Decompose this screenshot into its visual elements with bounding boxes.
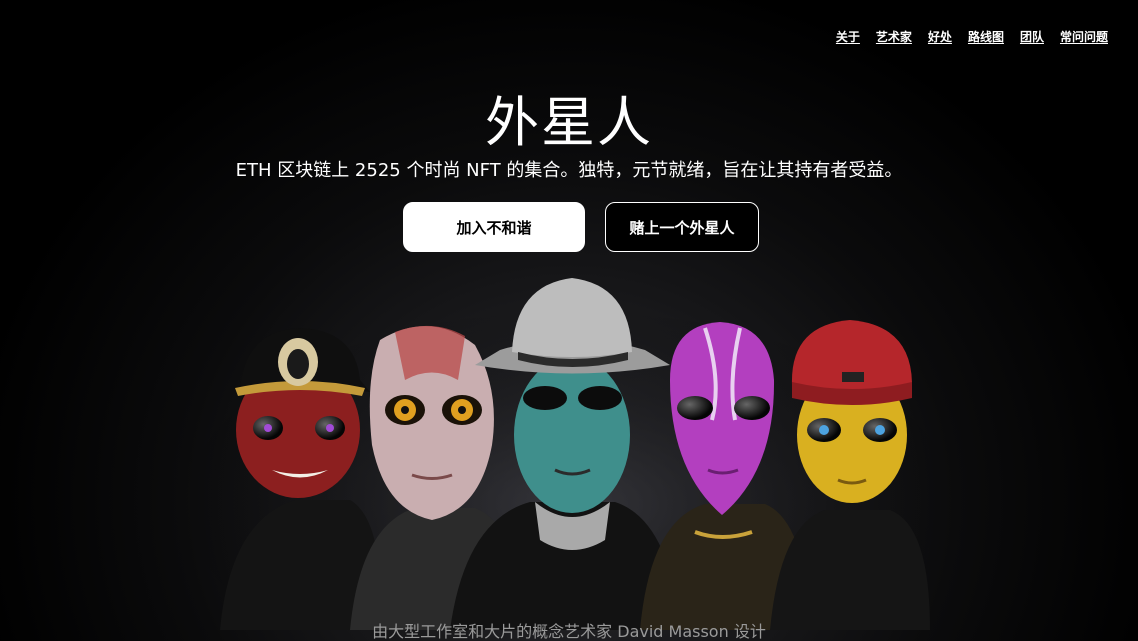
- nav-link-about[interactable]: 关于: [836, 28, 860, 45]
- nav-link-team[interactable]: 团队: [1020, 28, 1044, 45]
- artist-credit: 由大型工作室和大片的概念艺术家 David Masson 设计: [372, 622, 766, 641]
- nav-link-artist[interactable]: 艺术家: [876, 28, 912, 45]
- hero-title: 外星人: [485, 91, 653, 154]
- join-discord-button[interactable]: 加入不和谐: [403, 202, 585, 252]
- hero-subtitle: ETH 区块链上 2525 个时尚 NFT 的集合。独特，元节就绪，旨在让其持有…: [235, 160, 903, 181]
- top-nav: 关于 艺术家 好处 路线图 团队 常问问题: [836, 28, 1108, 45]
- nav-link-benefits[interactable]: 好处: [928, 28, 952, 45]
- alien-characters-artwork: [200, 270, 940, 630]
- landing-page: 关于 艺术家 好处 路线图 团队 常问问题 外星人 ETH 区块链上 2525 …: [0, 0, 1138, 641]
- nav-link-roadmap[interactable]: 路线图: [968, 28, 1004, 45]
- nav-link-faq[interactable]: 常问问题: [1060, 28, 1108, 45]
- mint-alien-button[interactable]: 赌上一个外星人: [605, 202, 759, 252]
